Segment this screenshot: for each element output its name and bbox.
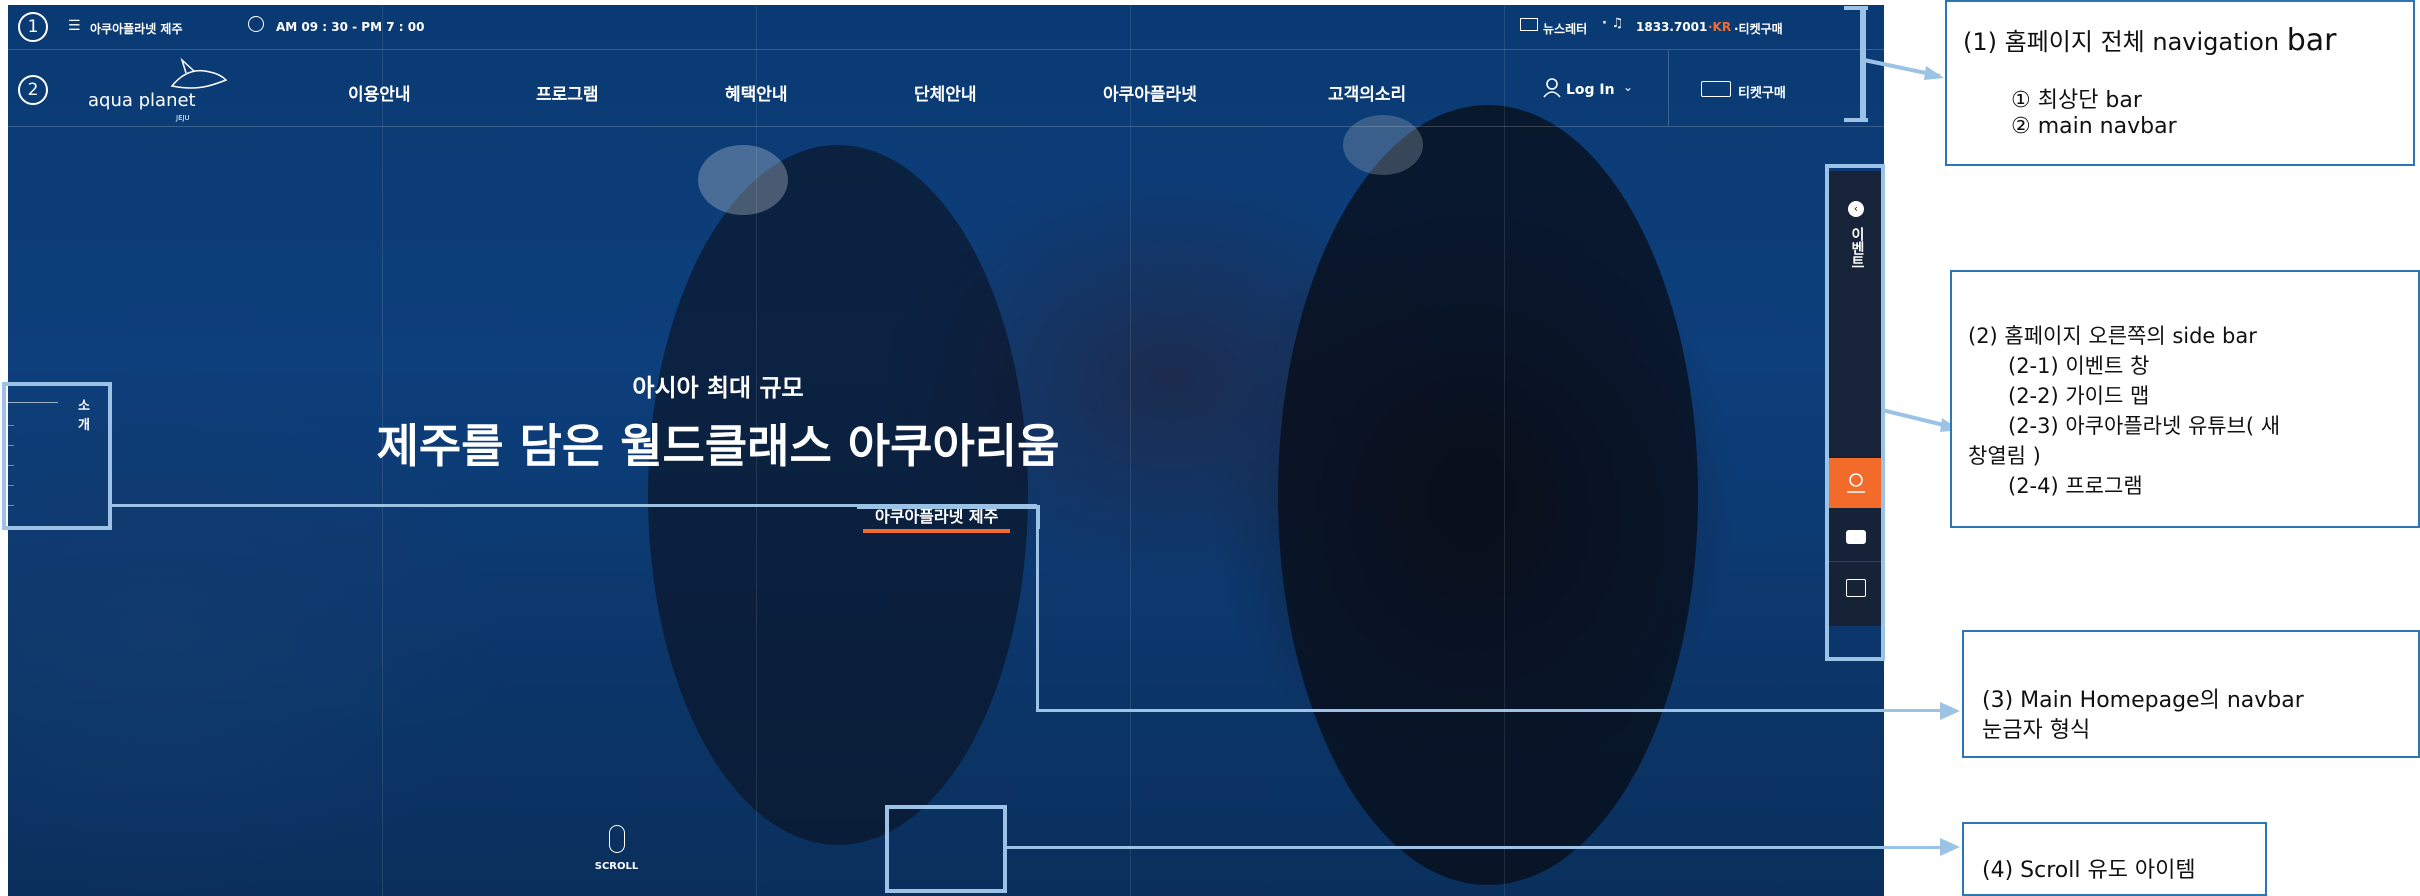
clock-icon — [248, 16, 264, 32]
newsletter-link[interactable]: 뉴스레터 — [1543, 20, 1587, 37]
bracket-right — [1844, 6, 1864, 122]
highlight-scroll — [885, 805, 1007, 893]
annotation-2-line: (2) 홈페이지 오른쪽의 side bar — [1968, 324, 2257, 348]
nav-item-benefits[interactable]: 혜택안내 — [725, 80, 788, 105]
main-navbar: 2 aqua planet JEJU 이용안내 프로그램 혜택안내 단체안내 아… — [8, 50, 1884, 127]
annotation-number-1: 1 — [18, 12, 48, 42]
nav-item-guide[interactable]: 이용안내 — [348, 80, 411, 105]
annotation-4: (4) Scroll 유도 아이템 — [1962, 822, 2267, 896]
annotation-3-line1: (3) Main Homepage의 navbar — [1982, 688, 2304, 713]
ticket-icon[interactable] — [1701, 81, 1731, 97]
login-link[interactable]: Log In — [1566, 82, 1615, 98]
mask-highlight — [698, 145, 788, 215]
connector-ruler-bottom — [1036, 709, 1956, 712]
nav-item-group[interactable]: 단체안내 — [914, 80, 977, 105]
annotation-4-text: (4) Scroll 유도 아이템 — [1982, 858, 2196, 883]
annotation-1-line2: ② main navbar — [2011, 114, 2177, 139]
logo-text[interactable]: aqua planet — [88, 90, 196, 111]
phone-number: 1833.7001 — [1636, 20, 1708, 34]
hero-title: 제주를 담은 월드클래스 아쿠아리움 — [376, 419, 1060, 473]
top-bar: 1 ☰ 아쿠아플라넷 제주 AM 09 : 30 - PM 7 : 00 뉴스레… — [8, 5, 1884, 50]
nav-divider — [1668, 50, 1669, 126]
nav-item-program[interactable]: 프로그램 — [536, 80, 599, 105]
connector-ruler — [112, 504, 1037, 507]
annotation-1: (1) 홈페이지 전체 navigation bar ① 최상단 bar ② m… — [1945, 0, 2415, 166]
language-link[interactable]: ·KR — [1708, 20, 1731, 34]
mail-icon — [1520, 18, 1538, 31]
ticket-link[interactable]: ·티켓구매 — [1734, 20, 1783, 37]
opening-hours: AM 09 : 30 - PM 7 : 00 — [276, 20, 425, 34]
annotation-3: (3) Main Homepage의 navbar 눈금자 형식 — [1962, 630, 2420, 758]
website-screenshot: 1 ☰ 아쿠아플라넷 제주 AM 09 : 30 - PM 7 : 00 뉴스레… — [8, 5, 1884, 896]
mouse-icon — [609, 825, 625, 853]
nav-item-aquaplanet[interactable]: 아쿠아플라넷 — [1103, 80, 1197, 105]
annotation-2-line: (2-1) 이벤트 창 — [2008, 354, 2150, 378]
hero-subtitle: 아시아 최대 규모 — [632, 374, 804, 402]
connector-scroll — [1006, 846, 1956, 849]
annotation-2-line: (2-4) 프로그램 — [2008, 474, 2143, 498]
annotation-3-line2: 눈금자 형식 — [1982, 718, 2091, 743]
logo-subtext: JEJU — [176, 114, 190, 122]
headset-icon: · ♫ — [1602, 16, 1624, 31]
diver-silhouette — [1278, 105, 1698, 885]
ticket-purchase-link[interactable]: 티켓구매 — [1738, 82, 1786, 101]
nav-item-customer-voice[interactable]: 고객의소리 — [1328, 80, 1406, 105]
chevron-down-icon[interactable]: ⌄ — [1623, 80, 1633, 94]
scroll-indicator[interactable]: SCROLL — [588, 825, 648, 885]
menu-icon[interactable]: ☰ — [68, 18, 81, 34]
annotation-2: (2) 홈페이지 오른쪽의 side bar (2-1) 이벤트 창 (2-2)… — [1950, 270, 2420, 528]
diver-silhouette — [648, 145, 1028, 845]
scroll-label: SCROLL — [594, 861, 639, 872]
highlight-ruler — [2, 382, 112, 530]
annotation-2-line: (2-2) 가이드 맵 — [2008, 384, 2150, 408]
highlight-hero-link — [857, 505, 1040, 529]
annotation-2-line: (2-3) 아쿠아플라넷 유튜브( 새 — [2008, 414, 2281, 438]
annotation-2-line: 창열림 ) — [1968, 444, 2041, 468]
annotation-1-line1: ① 최상단 bar — [2011, 88, 2142, 113]
annotation-1-title-suffix: bar — [2286, 23, 2337, 58]
user-icon[interactable] — [1543, 78, 1561, 98]
annotation-number-2: 2 — [18, 75, 48, 105]
connector-ruler-vertical — [1036, 505, 1039, 711]
annotation-1-title: (1) 홈페이지 전체 navigation — [1963, 28, 2287, 56]
site-name[interactable]: 아쿠아플라넷 제주 — [90, 20, 183, 37]
